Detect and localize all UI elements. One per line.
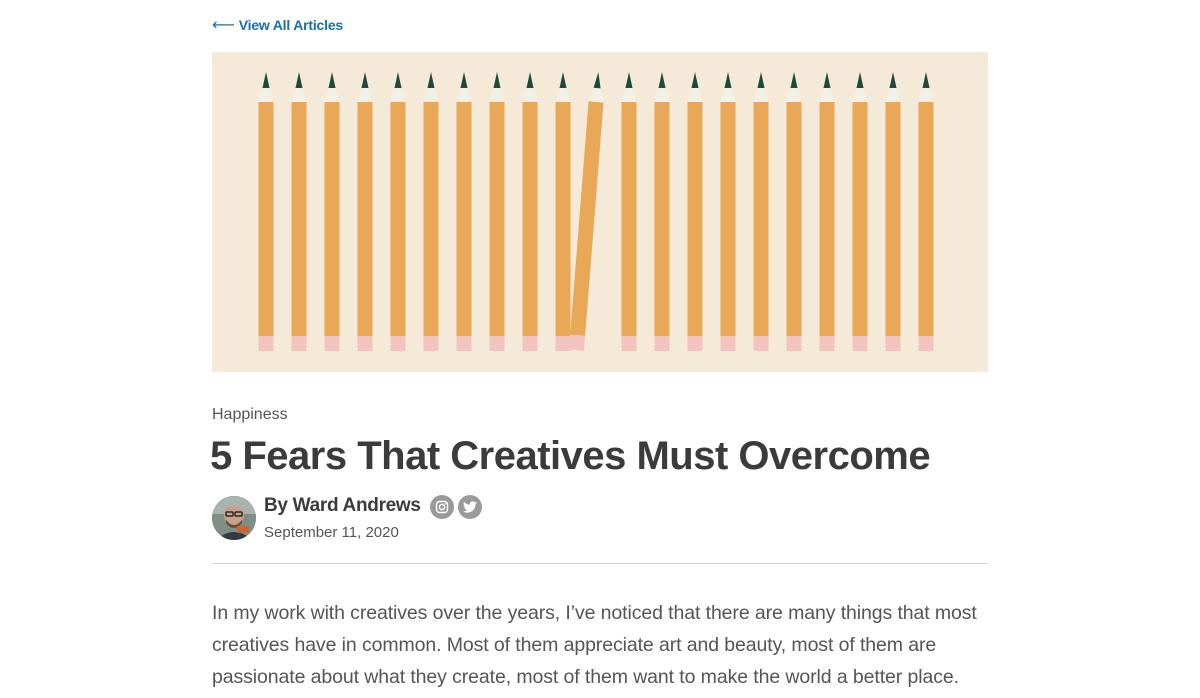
divider [212,563,988,564]
article-intro-paragraph: In my work with creatives over the years… [212,602,977,688]
author-avatar[interactable] [212,496,256,540]
pencil [489,72,505,351]
category-link[interactable]: Happiness [212,406,288,424]
twitter-icon[interactable] [458,495,482,519]
hero-image [212,52,988,372]
pencil [357,72,373,351]
pencil [390,72,406,351]
view-all-articles-label: View All Articles [238,17,343,33]
pencil [852,72,868,351]
pencil [654,72,670,351]
pencil [456,72,472,351]
instagram-icon[interactable] [430,495,454,519]
pencil [568,72,604,351]
pencil [324,72,340,351]
back-arrow-icon: ⟵ [212,17,235,34]
pencil [918,72,934,351]
pencil [522,72,538,351]
article-title: 5 Fears That Creatives Must Overcome [210,434,931,478]
pencils-illustration [258,72,934,351]
pencil [687,72,703,351]
pencil [786,72,802,351]
pencil [291,72,307,351]
author-name[interactable]: By Ward Andrews [264,495,421,517]
pencil [819,72,835,351]
publish-date: September 11, 2020 [264,524,399,541]
pencil [258,72,274,351]
pencil [423,72,439,351]
pencil [621,72,637,351]
view-all-articles-link[interactable]: ⟵ View All Articles [212,15,343,35]
pencil [720,72,736,351]
pencil [753,72,769,351]
pencil [885,72,901,351]
pencil [555,72,571,351]
